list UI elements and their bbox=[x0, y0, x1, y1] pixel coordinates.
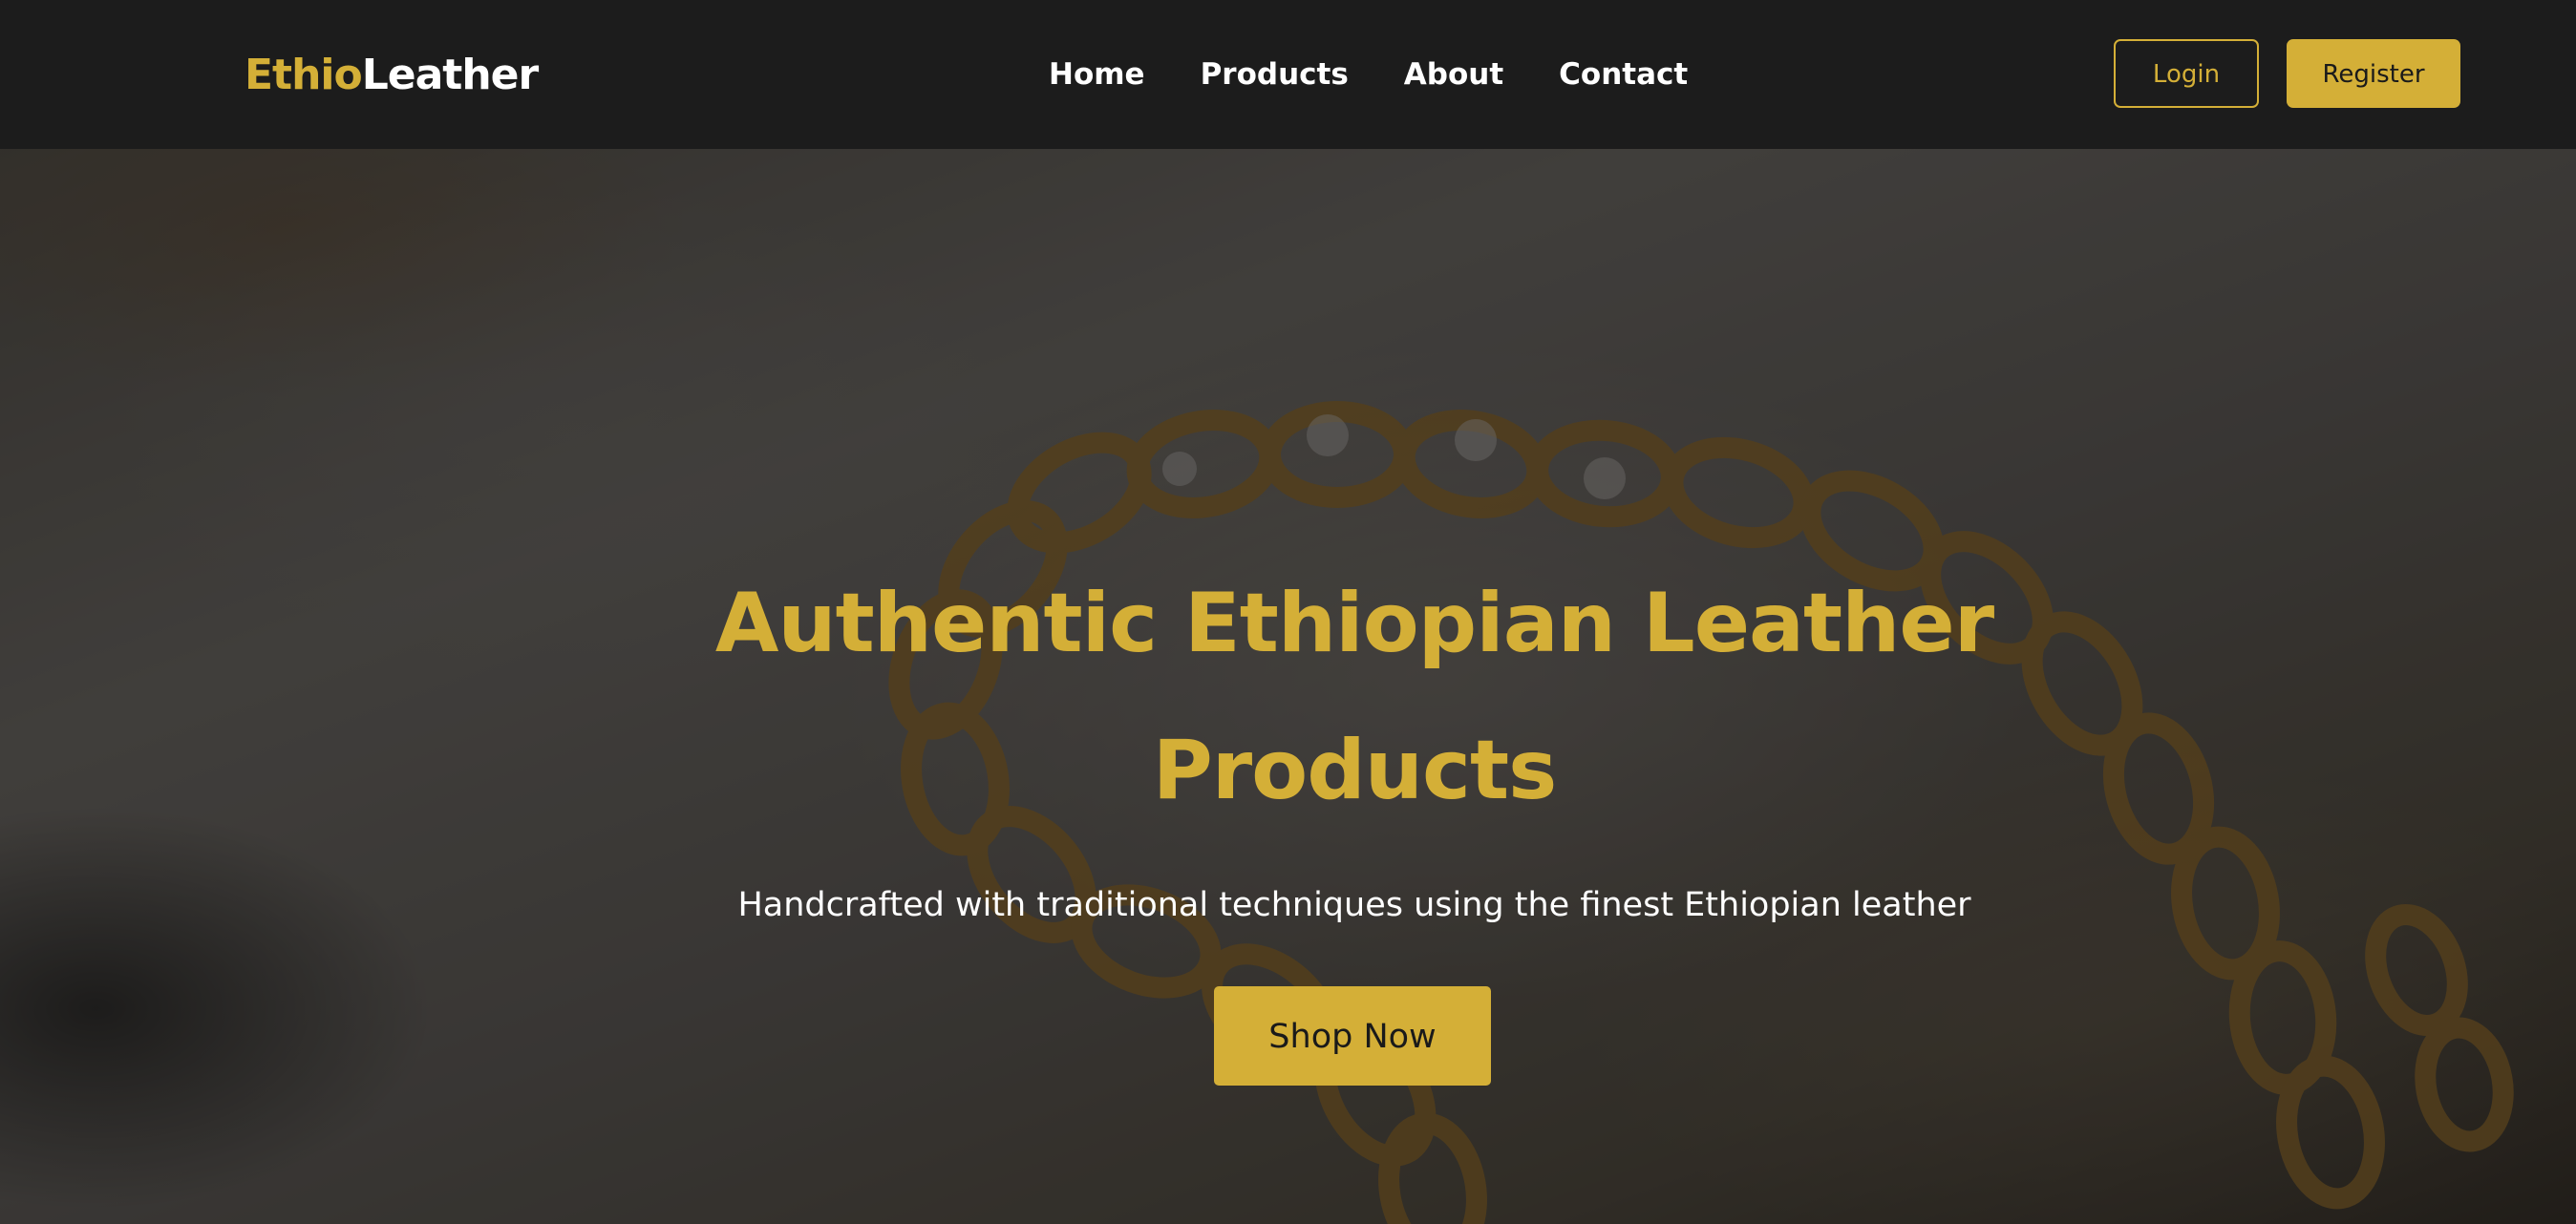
register-button[interactable]: Register bbox=[2287, 39, 2460, 108]
hero-title: Authentic Ethiopian Leather Products bbox=[714, 576, 1994, 818]
navbar: EthioLeather Home Products About Contact… bbox=[0, 0, 2576, 149]
logo-accent-text: Ethio bbox=[245, 51, 363, 99]
nav-link-home[interactable]: Home bbox=[1049, 55, 1145, 94]
nav-link-about[interactable]: About bbox=[1404, 55, 1503, 94]
nav-link-products[interactable]: Products bbox=[1201, 55, 1349, 94]
brand-logo[interactable]: EthioLeather bbox=[245, 50, 539, 101]
hero-subtitle: Handcrafted with traditional techniques … bbox=[737, 886, 1971, 924]
shop-now-button[interactable]: Shop Now bbox=[1214, 986, 1491, 1086]
hero-section: Authentic Ethiopian Leather Products Han… bbox=[0, 149, 2576, 1224]
logo-main-text: Leather bbox=[361, 51, 539, 99]
main-nav: Home Products About Contact bbox=[1049, 55, 1688, 94]
nav-link-contact[interactable]: Contact bbox=[1559, 55, 1688, 94]
login-button[interactable]: Login bbox=[2114, 39, 2259, 108]
